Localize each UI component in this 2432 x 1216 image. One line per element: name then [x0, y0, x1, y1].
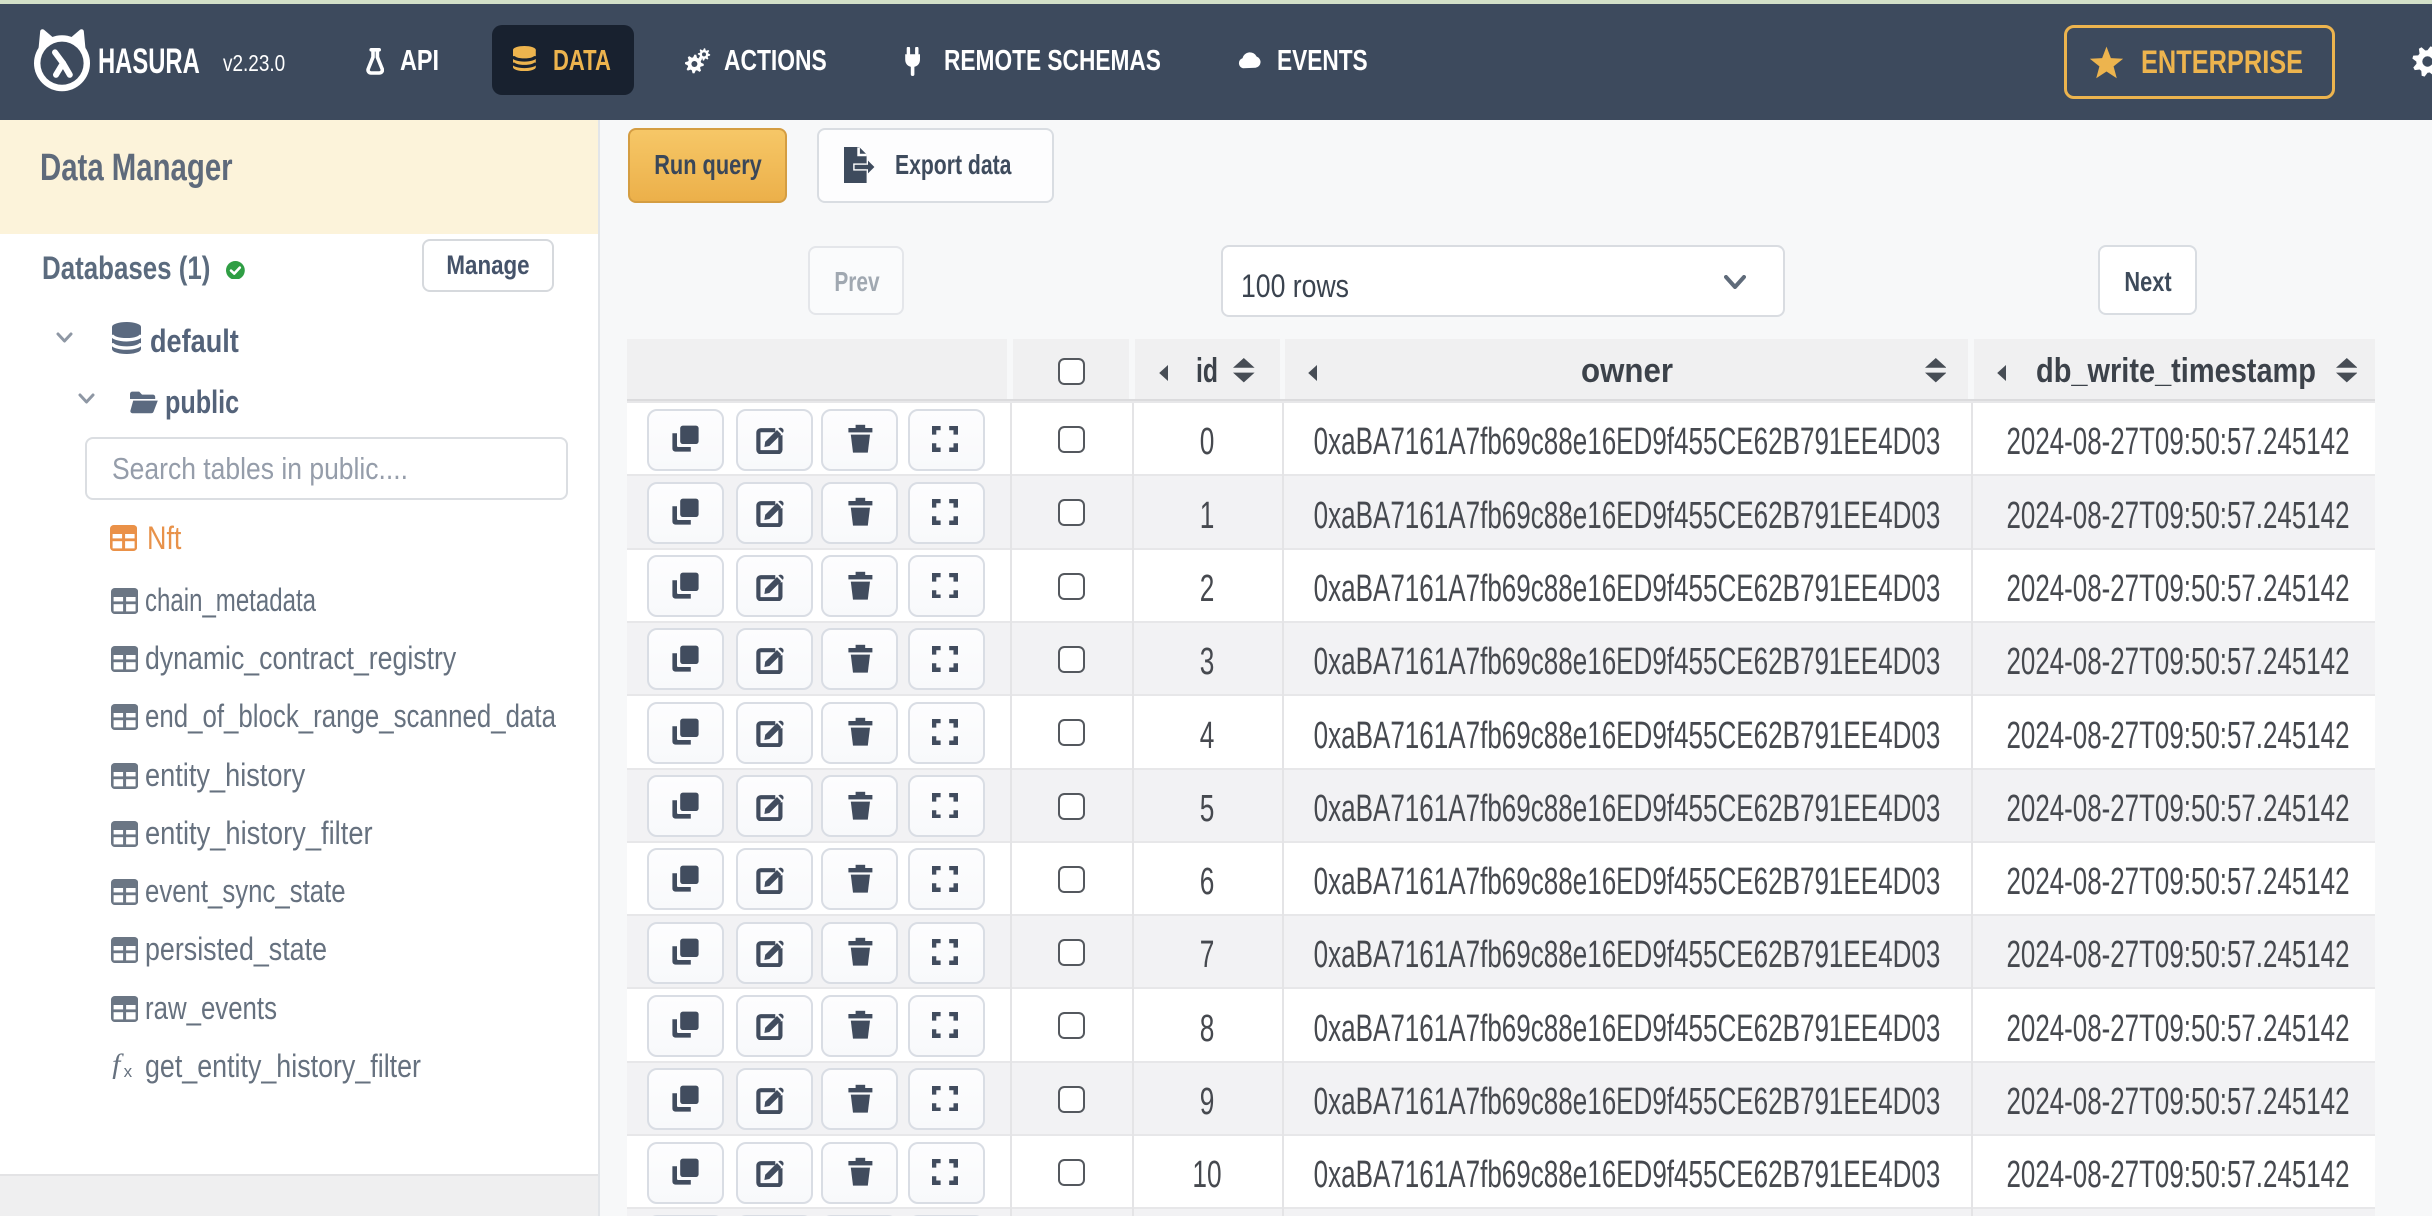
svg-text:x: x: [124, 1062, 133, 1079]
svg-text:f: f: [112, 1051, 124, 1079]
